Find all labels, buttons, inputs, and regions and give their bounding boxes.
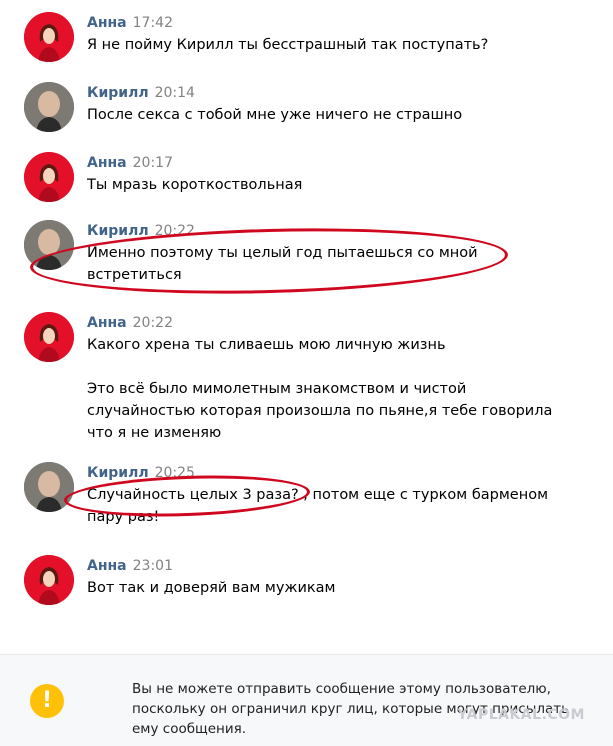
avatar[interactable]	[24, 152, 74, 202]
message-text: Ты мразь короткоствольная	[87, 177, 303, 193]
message-text: Какого хрена ты сливаешь мою личную жизн…	[87, 337, 553, 441]
author-name[interactable]: Анна	[87, 315, 127, 331]
watermark: YAPLAKAL.COM	[457, 707, 585, 723]
author-name[interactable]: Анна	[87, 558, 127, 574]
woman-avatar-icon	[24, 312, 74, 362]
message-time: 20:22	[132, 315, 173, 331]
avatar[interactable]	[24, 82, 74, 132]
woman-avatar-icon	[24, 12, 74, 62]
message-time: 20:14	[154, 85, 195, 101]
woman-avatar-icon	[24, 152, 74, 202]
message-text: После секса с тобой мне уже ничего не ст…	[87, 107, 463, 123]
author-name[interactable]: Анна	[87, 15, 127, 31]
blocked-notice-bar: ! Вы не можете отправить сообщение этому…	[0, 655, 613, 746]
author-name[interactable]: Анна	[87, 155, 127, 171]
message-text: Вот так и доверяй вам мужикам	[87, 580, 336, 596]
message-time: 17:42	[132, 15, 173, 31]
woman-avatar-icon	[24, 555, 74, 605]
avatar[interactable]	[24, 12, 74, 62]
message-time: 23:01	[132, 558, 173, 574]
message-time: 20:17	[132, 155, 173, 171]
message-text: Я не пойму Кирилл ты бесстрашный так пос…	[87, 37, 489, 53]
man-avatar-icon	[24, 82, 74, 132]
avatar[interactable]	[24, 555, 74, 605]
avatar[interactable]	[24, 312, 74, 362]
author-name[interactable]: Кирилл	[87, 85, 149, 101]
warning-icon: !	[30, 684, 64, 718]
